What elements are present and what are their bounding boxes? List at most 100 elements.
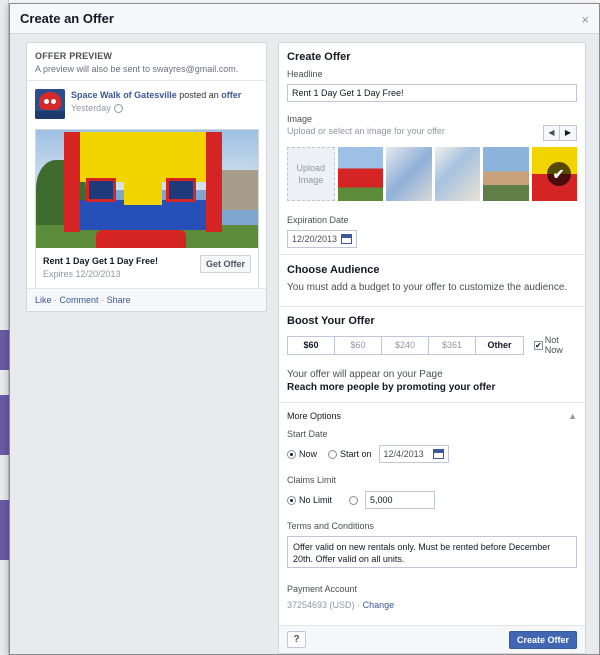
upload-image-tile[interactable]: Upload Image <box>287 147 335 201</box>
preview-title: OFFER PREVIEW <box>35 51 113 61</box>
avatar-logo <box>39 92 61 110</box>
create-offer-dialog: Create an Offer × OFFER PREVIEW A previe… <box>9 3 600 655</box>
post-action-text: posted an <box>179 90 219 100</box>
audience-section: Choose Audience You must add a budget to… <box>279 255 585 307</box>
budget-row: $60 $60 $240 $361 Other ✔ Not Now <box>287 335 577 355</box>
no-limit-label: No Limit <box>299 495 333 505</box>
start-on-label: Start on <box>340 449 372 459</box>
boost-promo: Reach more people by promoting your offe… <box>287 382 496 393</box>
post-header: Space Walk of Gatesville posted an offer… <box>27 81 266 119</box>
no-limit-radio[interactable] <box>287 495 296 505</box>
bounce-house-window <box>166 178 196 202</box>
calendar-icon[interactable] <box>341 234 352 244</box>
headline-input[interactable]: Rent 1 Day Get 1 Day Free! <box>287 84 577 102</box>
next-image-button[interactable]: ▶ <box>560 125 577 141</box>
start-on-radio[interactable] <box>328 449 338 459</box>
help-button[interactable]: ? <box>287 631 306 648</box>
audience-message: You must add a budget to your offer to c… <box>287 282 568 293</box>
page-avatar[interactable] <box>35 89 65 119</box>
offer-card-footer: Rent 1 Day Get 1 Day Free! Expires 12/20… <box>36 248 258 288</box>
chevron-up-icon[interactable]: ▲ <box>568 411 577 421</box>
avatar-eye <box>51 99 56 104</box>
terms-textarea[interactable]: Offer valid on new rentals only. Must be… <box>287 536 577 568</box>
expiration-label: Expiration Date <box>287 215 349 225</box>
budget-option-other[interactable]: Other <box>476 337 523 354</box>
offer-image[interactable] <box>36 130 258 248</box>
avatar-base <box>35 111 65 119</box>
boost-info: Your offer will appear on your Page <box>287 369 443 380</box>
background-art <box>0 395 9 455</box>
separator: · <box>357 600 361 610</box>
preview-subtitle: A preview will also be sent to swayres@g… <box>35 64 239 74</box>
dialog-title: Create an Offer <box>20 11 114 26</box>
boost-title: Boost Your Offer <box>287 315 375 327</box>
not-now-label: Not Now <box>544 335 563 355</box>
image-picker: Upload Image ✔ <box>287 147 577 201</box>
image-pager: ◀ ▶ <box>543 125 577 141</box>
image-thumbnail-selected[interactable]: ✔ <box>531 147 577 201</box>
payment-account-label: Payment Account <box>287 584 358 594</box>
share-link[interactable]: Share <box>107 295 131 305</box>
budget-option[interactable]: $240 <box>382 336 429 354</box>
offer-link[interactable]: offer <box>221 90 241 100</box>
form-footer: ? Create Offer <box>279 625 585 653</box>
claims-limit-options: No Limit 5,000 <box>287 491 577 509</box>
claims-limit-label: Claims Limit <box>287 475 337 485</box>
post-time-label[interactable]: Yesterday <box>71 102 111 115</box>
preview-header: OFFER PREVIEW A preview will also be sen… <box>27 43 266 81</box>
dialog-header: Create an Offer × <box>10 4 599 34</box>
budget-option[interactable]: $60 <box>335 336 382 354</box>
background-art <box>0 500 9 560</box>
audience-title: Choose Audience <box>287 264 380 276</box>
page-name-link[interactable]: Space Walk of Gatesville <box>71 90 177 100</box>
payment-account-id: 37254693 (USD) <box>287 600 355 610</box>
get-offer-button[interactable]: Get Offer <box>199 255 251 273</box>
like-link[interactable]: Like <box>35 295 52 305</box>
post-time: Yesterday <box>71 102 241 115</box>
start-now-label: Now <box>299 449 318 459</box>
avatar-eye <box>44 99 49 104</box>
terms-label: Terms and Conditions <box>287 521 375 531</box>
headline-label: Headline <box>287 69 323 79</box>
more-options-header[interactable]: More Options ▲ <box>287 411 577 421</box>
start-date-options: Now Start on 12/4/2013 <box>287 445 577 463</box>
budget-option[interactable]: $60 <box>288 336 335 354</box>
image-thumbnail[interactable] <box>337 147 383 201</box>
expiration-date-input[interactable]: 12/20/2013 <box>287 230 357 248</box>
bounce-house-pillar <box>64 132 80 232</box>
image-help: Upload or select an image for your offer <box>287 126 445 136</box>
payment-account-row: 37254693 (USD) · Change <box>287 600 577 610</box>
bounce-house-step <box>96 230 186 248</box>
calendar-icon[interactable] <box>432 449 444 459</box>
post-actions: Like · Comment · Share <box>27 288 266 311</box>
create-offer-form: Create Offer Headline Rent 1 Day Get 1 D… <box>278 42 586 654</box>
offer-preview-panel: OFFER PREVIEW A preview will also be sen… <box>26 42 267 312</box>
bounce-house-pillar <box>206 132 222 232</box>
start-now-radio[interactable] <box>287 449 296 459</box>
image-label: Image <box>287 114 313 124</box>
change-payment-link[interactable]: Change <box>363 600 395 610</box>
expiration-date-value: 12/20/2013 <box>292 234 338 244</box>
image-thumbnail[interactable] <box>483 147 529 201</box>
globe-icon <box>113 104 123 113</box>
claims-limit-radio[interactable] <box>349 495 359 505</box>
bounce-house-window <box>86 178 116 202</box>
bounce-house-door <box>124 175 162 205</box>
image-thumbnail[interactable] <box>386 147 432 201</box>
start-date-value: 12/4/2013 <box>383 449 424 459</box>
budget-option[interactable]: $361 <box>429 336 476 354</box>
create-offer-section: Create Offer Headline Rent 1 Day Get 1 D… <box>279 43 585 255</box>
post-meta: Space Walk of Gatesville posted an offer… <box>71 89 241 119</box>
not-now-toggle[interactable]: ✔ Not Now <box>534 335 577 355</box>
background-art <box>0 330 9 370</box>
budget-options: $60 $60 $240 $361 Other <box>287 335 524 355</box>
prev-image-button[interactable]: ◀ <box>543 125 560 141</box>
comment-link[interactable]: Comment <box>60 295 99 305</box>
start-date-input[interactable]: 12/4/2013 <box>378 445 449 463</box>
close-icon[interactable]: × <box>581 12 589 27</box>
not-now-checkbox[interactable]: ✔ <box>534 340 543 350</box>
create-offer-button[interactable]: Create Offer <box>508 631 577 649</box>
offer-card: Rent 1 Day Get 1 Day Free! Expires 12/20… <box>35 129 259 289</box>
image-thumbnail[interactable] <box>434 147 480 201</box>
claims-limit-input[interactable]: 5,000 <box>365 491 436 509</box>
